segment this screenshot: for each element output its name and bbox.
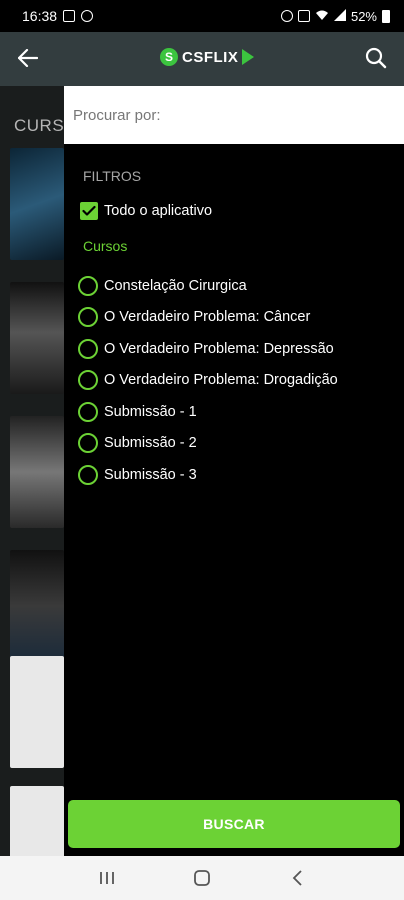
signal-icon <box>333 8 346 24</box>
battery-icon <box>382 9 390 23</box>
back-button[interactable] <box>14 44 42 72</box>
checkbox-checked-icon[interactable] <box>80 202 98 220</box>
course-label: O Verdadeiro Problema: Drogadição <box>104 372 338 389</box>
course-option[interactable]: Submissão - 1 <box>78 396 338 428</box>
system-nav-bar <box>0 856 404 900</box>
wifi-icon <box>315 9 329 24</box>
course-label: O Verdadeiro Problema: Depressão <box>104 340 334 357</box>
course-thumbnail[interactable] <box>10 550 64 662</box>
app-bar: S CSFLIX <box>0 32 404 86</box>
course-thumbnail[interactable] <box>10 656 64 768</box>
section-title: CURSOS <box>14 116 64 135</box>
radio-unchecked-icon[interactable] <box>78 401 98 422</box>
courses-heading: Cursos <box>83 238 128 254</box>
course-option[interactable]: O Verdadeiro Problema: Câncer <box>78 302 338 334</box>
course-label: Constelação Cirurgica <box>104 277 247 294</box>
search-submit-button[interactable]: BUSCAR <box>68 800 400 848</box>
radio-unchecked-icon[interactable] <box>78 275 98 296</box>
all-app-filter[interactable]: Todo o aplicativo <box>80 202 212 220</box>
filters-heading: FILTROS <box>83 168 142 184</box>
course-label: Submissão - 1 <box>104 403 197 420</box>
radio-unchecked-icon[interactable] <box>78 307 98 328</box>
course-thumbnail[interactable] <box>10 282 64 394</box>
course-option[interactable]: O Verdadeiro Problema: Drogadição <box>78 365 338 397</box>
radio-unchecked-icon[interactable] <box>78 338 98 359</box>
radio-unchecked-icon[interactable] <box>78 370 98 391</box>
chevron-left-icon <box>292 870 302 886</box>
app-logo: S CSFLIX <box>160 48 255 66</box>
course-option[interactable]: Constelação Cirurgica <box>78 270 338 302</box>
course-option[interactable]: O Verdadeiro Problema: Depressão <box>78 333 338 365</box>
course-option[interactable]: Submissão - 2 <box>78 428 338 460</box>
status-bar: 16:38 52% <box>0 0 404 32</box>
mute-icon <box>297 10 310 22</box>
search-button[interactable] <box>362 44 390 72</box>
alarm-icon <box>280 10 293 22</box>
search-input[interactable] <box>73 106 404 124</box>
home-icon <box>194 870 210 886</box>
course-thumbnail[interactable] <box>10 786 64 856</box>
course-label: Submissão - 2 <box>104 435 197 452</box>
arrow-left-icon <box>18 49 38 67</box>
recents-button[interactable] <box>87 863 127 893</box>
gallery-icon <box>63 10 76 22</box>
logo-text: CSFLIX <box>182 48 239 66</box>
logo-badge: S <box>160 48 178 66</box>
search-icon <box>365 47 387 69</box>
home-button[interactable] <box>182 863 222 893</box>
search-panel: FILTROS Todo o aplicativo Cursos Constel… <box>64 86 404 856</box>
battery-percent: 52% <box>350 8 377 24</box>
status-time: 16:38 <box>22 8 58 24</box>
all-app-label: Todo o aplicativo <box>104 203 213 219</box>
system-back-button[interactable] <box>277 863 317 893</box>
recents-icon <box>100 872 115 884</box>
course-thumbnail[interactable] <box>10 416 64 528</box>
search-box[interactable] <box>64 86 404 144</box>
course-label: O Verdadeiro Problema: Câncer <box>104 309 311 326</box>
course-label: Submissão - 3 <box>104 466 197 483</box>
course-filter-list: Constelação Cirurgica O Verdadeiro Probl… <box>78 270 338 491</box>
globe-icon <box>81 10 94 22</box>
radio-unchecked-icon[interactable] <box>78 464 98 485</box>
course-thumbnail[interactable] <box>10 148 64 260</box>
radio-unchecked-icon[interactable] <box>78 433 98 454</box>
play-icon <box>242 49 255 65</box>
background-course-list: CURSOS <box>0 86 64 856</box>
course-option[interactable]: Submissão - 3 <box>78 459 338 491</box>
